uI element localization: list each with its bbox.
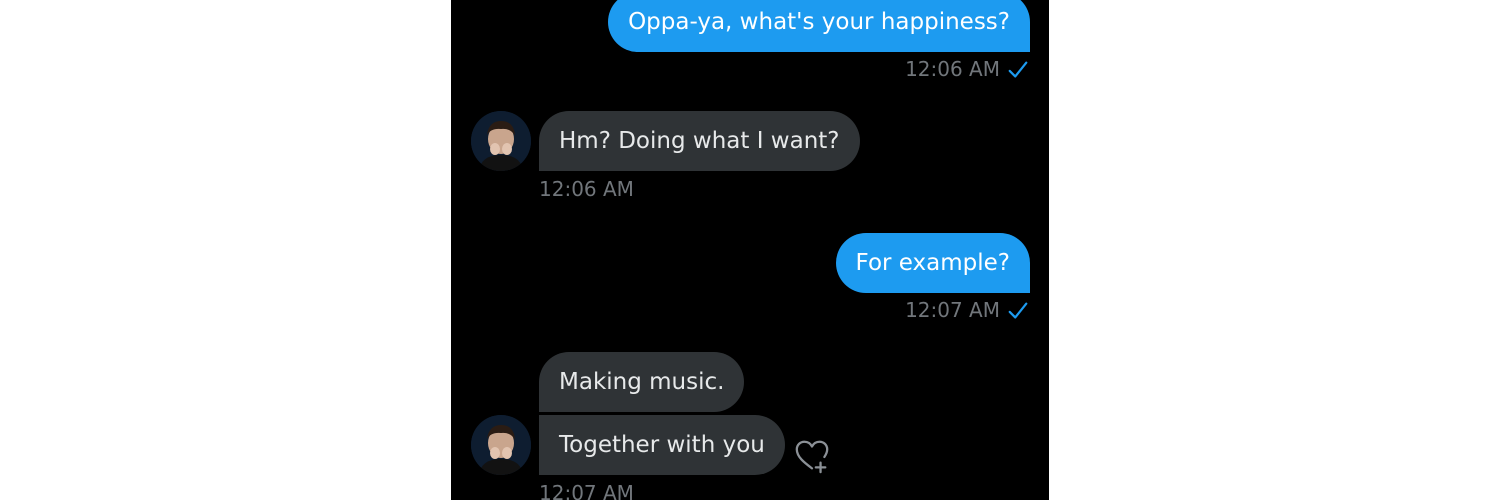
avatar[interactable] [471,111,531,171]
message-timestamp: 12:06 AM [905,57,1000,81]
avatar[interactable] [471,415,531,475]
received-message-bubble[interactable]: Together with you [539,415,785,475]
message-timestamp: 12:07 AM [539,481,634,500]
heart-plus-icon[interactable] [793,437,831,475]
message-timestamp: 12:07 AM [905,298,1000,322]
received-message-bubble[interactable]: Hm? Doing what I want? [539,111,860,171]
checkmark-icon [1008,302,1028,319]
sent-message-bubble[interactable]: Oppa-ya, what's your happiness? [608,0,1030,52]
message-timestamp: 12:06 AM [539,177,634,201]
received-message-bubble[interactable]: Making music. [539,352,745,412]
checkmark-icon [1008,61,1028,78]
chat-panel: Oppa-ya, what's your happiness? 12:06 AM… [451,0,1049,500]
sent-message-bubble[interactable]: For example? [835,233,1030,293]
